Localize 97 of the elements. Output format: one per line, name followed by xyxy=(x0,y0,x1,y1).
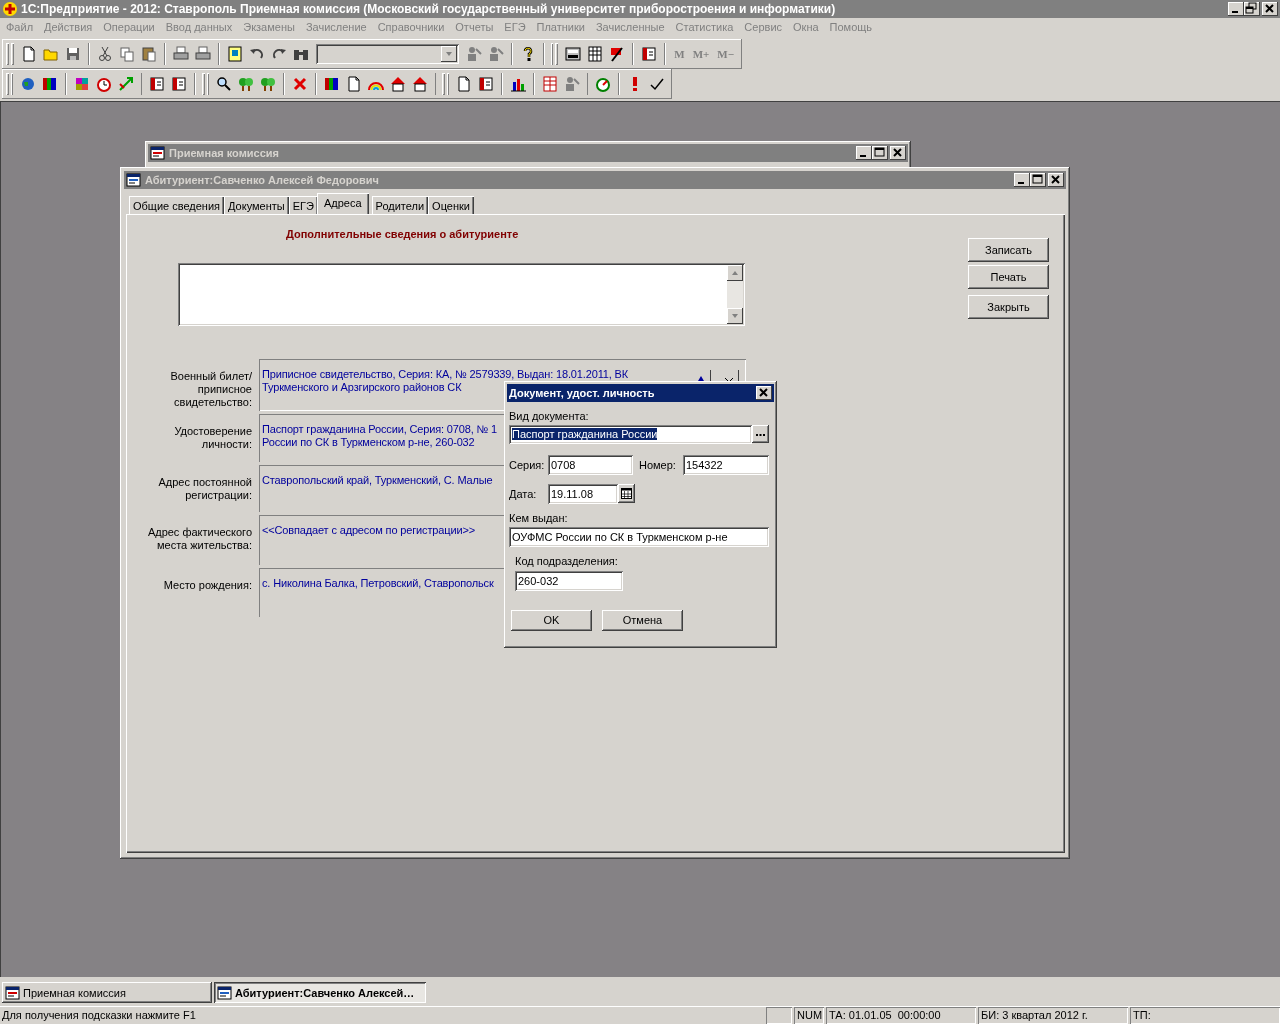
series-field[interactable]: 0708 xyxy=(548,454,633,475)
form-button[interactable]: Записать xyxy=(968,237,1049,262)
magnifier-icon[interactable] xyxy=(216,75,233,92)
close-button[interactable] xyxy=(890,145,906,160)
app-logo-icon xyxy=(2,1,18,17)
field-value[interactable]: с. Николина Балка, Петровский, Ставропольск xyxy=(259,567,504,617)
minimize-button[interactable] xyxy=(1228,2,1244,16)
ellipsis-icon xyxy=(756,432,765,436)
unit-code-field[interactable]: 260-032 xyxy=(515,570,623,591)
cross-icon[interactable] xyxy=(291,75,308,92)
field-value-text: ОУФМС России по СК в Туркменском р-не xyxy=(512,530,728,543)
browse-button[interactable] xyxy=(752,425,769,444)
field-value-text: 0708 xyxy=(551,458,576,471)
clipboard-icon[interactable] xyxy=(140,45,157,62)
flag-icon[interactable] xyxy=(609,45,626,62)
people-icon[interactable] xyxy=(465,45,482,62)
printer-icon[interactable] xyxy=(172,45,189,62)
field-label: Код подразделения: xyxy=(515,554,619,567)
minimize-button[interactable] xyxy=(1014,172,1030,187)
field-value-text: 19.11.08 xyxy=(551,487,593,500)
field-label: Адрес фактического места жительства: xyxy=(146,524,252,553)
window-title: Абитуриент:Савченко Алексей Федорович xyxy=(145,173,379,186)
book-icon[interactable] xyxy=(478,75,495,92)
number-field[interactable]: 154322 xyxy=(683,454,769,475)
page-icon[interactable] xyxy=(20,45,37,62)
tree-icon[interactable] xyxy=(260,75,277,92)
maximize-button[interactable] xyxy=(872,145,888,160)
field-value[interactable]: <<Совпадает с адресом по регистрации>> xyxy=(259,514,504,565)
mosaic-icon[interactable] xyxy=(73,75,90,92)
close-button[interactable] xyxy=(1262,2,1278,16)
field-label: Удостоверение личности: xyxy=(173,423,252,452)
house-icon[interactable] xyxy=(389,75,406,92)
form-button[interactable]: Печать xyxy=(968,264,1049,289)
book-icon[interactable] xyxy=(149,75,166,92)
close-button[interactable] xyxy=(1048,172,1064,187)
form-button[interactable]: Закрыть xyxy=(968,294,1049,319)
combo-box[interactable] xyxy=(315,43,459,64)
field-value-text: 260-032 xyxy=(518,574,559,587)
arrows-icon[interactable] xyxy=(117,75,134,92)
dialog-title: Документ, удост. личность xyxy=(509,386,655,399)
section-heading: Дополнительные сведения о абитуриенте xyxy=(286,227,519,240)
house-icon[interactable] xyxy=(411,75,428,92)
books-icon[interactable] xyxy=(323,75,340,92)
app-title: 1С:Предприятие - 2012: Ставрополь Приемная комиссия (Московский государственный университет приборостроения и информатики) xyxy=(21,2,836,16)
dialog-button[interactable]: Отмена xyxy=(602,609,683,631)
dialog-button[interactable]: OK xyxy=(511,609,592,631)
book-icon[interactable] xyxy=(171,75,188,92)
people-icon[interactable] xyxy=(563,75,580,92)
field-label: Дата: xyxy=(509,487,538,500)
people-icon[interactable] xyxy=(487,45,504,62)
page-icon[interactable] xyxy=(345,75,362,92)
field-label: Номер: xyxy=(639,458,677,471)
card-icon[interactable] xyxy=(226,45,243,62)
window-icon xyxy=(217,985,233,1000)
printer-icon[interactable] xyxy=(194,45,211,62)
scissors-icon[interactable] xyxy=(96,45,113,62)
grid-icon[interactable] xyxy=(587,45,604,62)
page-icon[interactable] xyxy=(456,75,473,92)
maximize-button[interactable] xyxy=(1030,172,1046,187)
issued-by-field[interactable]: ОУФМС России по СК в Туркменском р-не xyxy=(509,526,769,547)
close-button[interactable] xyxy=(756,385,772,400)
calendar-button[interactable] xyxy=(618,484,635,504)
books-icon[interactable] xyxy=(42,75,59,92)
field-value[interactable]: Ставропольский край, Туркменский, С. Малые xyxy=(259,464,504,512)
field-value[interactable]: Паспорт гражданина России, Серия: 0708, № 1 России по СК в Туркменском р-не, 260-032 xyxy=(259,413,504,462)
taskbar-button[interactable]: Приемная комиссия xyxy=(2,982,212,1004)
clock-icon[interactable] xyxy=(95,75,112,92)
calculator-icon[interactable] xyxy=(565,45,582,62)
status-panel: ТА: 01.01.05 00:00:00 xyxy=(826,1007,976,1024)
status-panel: ТП: xyxy=(1130,1007,1280,1024)
table-icon[interactable] xyxy=(541,75,558,92)
globe-icon[interactable] xyxy=(20,75,37,92)
status-panel: NUM xyxy=(794,1007,824,1024)
status-panel xyxy=(766,1007,792,1024)
calendar-icon xyxy=(621,488,632,500)
taskbar-button[interactable]: Абитуриент:Савченко Алексей… xyxy=(214,982,426,1004)
gauge-icon[interactable] xyxy=(595,75,612,92)
window-title: Приемная комиссия xyxy=(169,146,279,159)
field-label: Серия: xyxy=(509,458,546,471)
book-icon[interactable] xyxy=(641,45,658,62)
minimize-button[interactable] xyxy=(856,145,872,160)
field-label: Военный билет/ приписное свидетельство: xyxy=(169,368,252,410)
text-area[interactable] xyxy=(178,262,745,326)
restore-button[interactable] xyxy=(1244,2,1260,16)
field-label: Адрес постоянной регистрации: xyxy=(157,474,252,503)
scroll-bar[interactable] xyxy=(727,264,743,324)
tree-icon[interactable] xyxy=(238,75,255,92)
status-panel: БИ: 3 квартал 2012 г. xyxy=(978,1007,1128,1024)
field-value-text: Паспорт гражданина России xyxy=(512,428,658,441)
field-label: Место рождения: xyxy=(162,577,252,593)
window-icon xyxy=(5,985,21,1000)
field-label: Вид документа: xyxy=(509,409,590,422)
date-field[interactable]: 19.11.08 xyxy=(548,483,618,504)
copy-icon[interactable] xyxy=(118,45,135,62)
field-label: Кем выдан: xyxy=(509,511,569,524)
status-hint: Для получения подсказки нажмите F1 xyxy=(1,1008,197,1024)
field-value-text: 154322 xyxy=(686,458,723,471)
